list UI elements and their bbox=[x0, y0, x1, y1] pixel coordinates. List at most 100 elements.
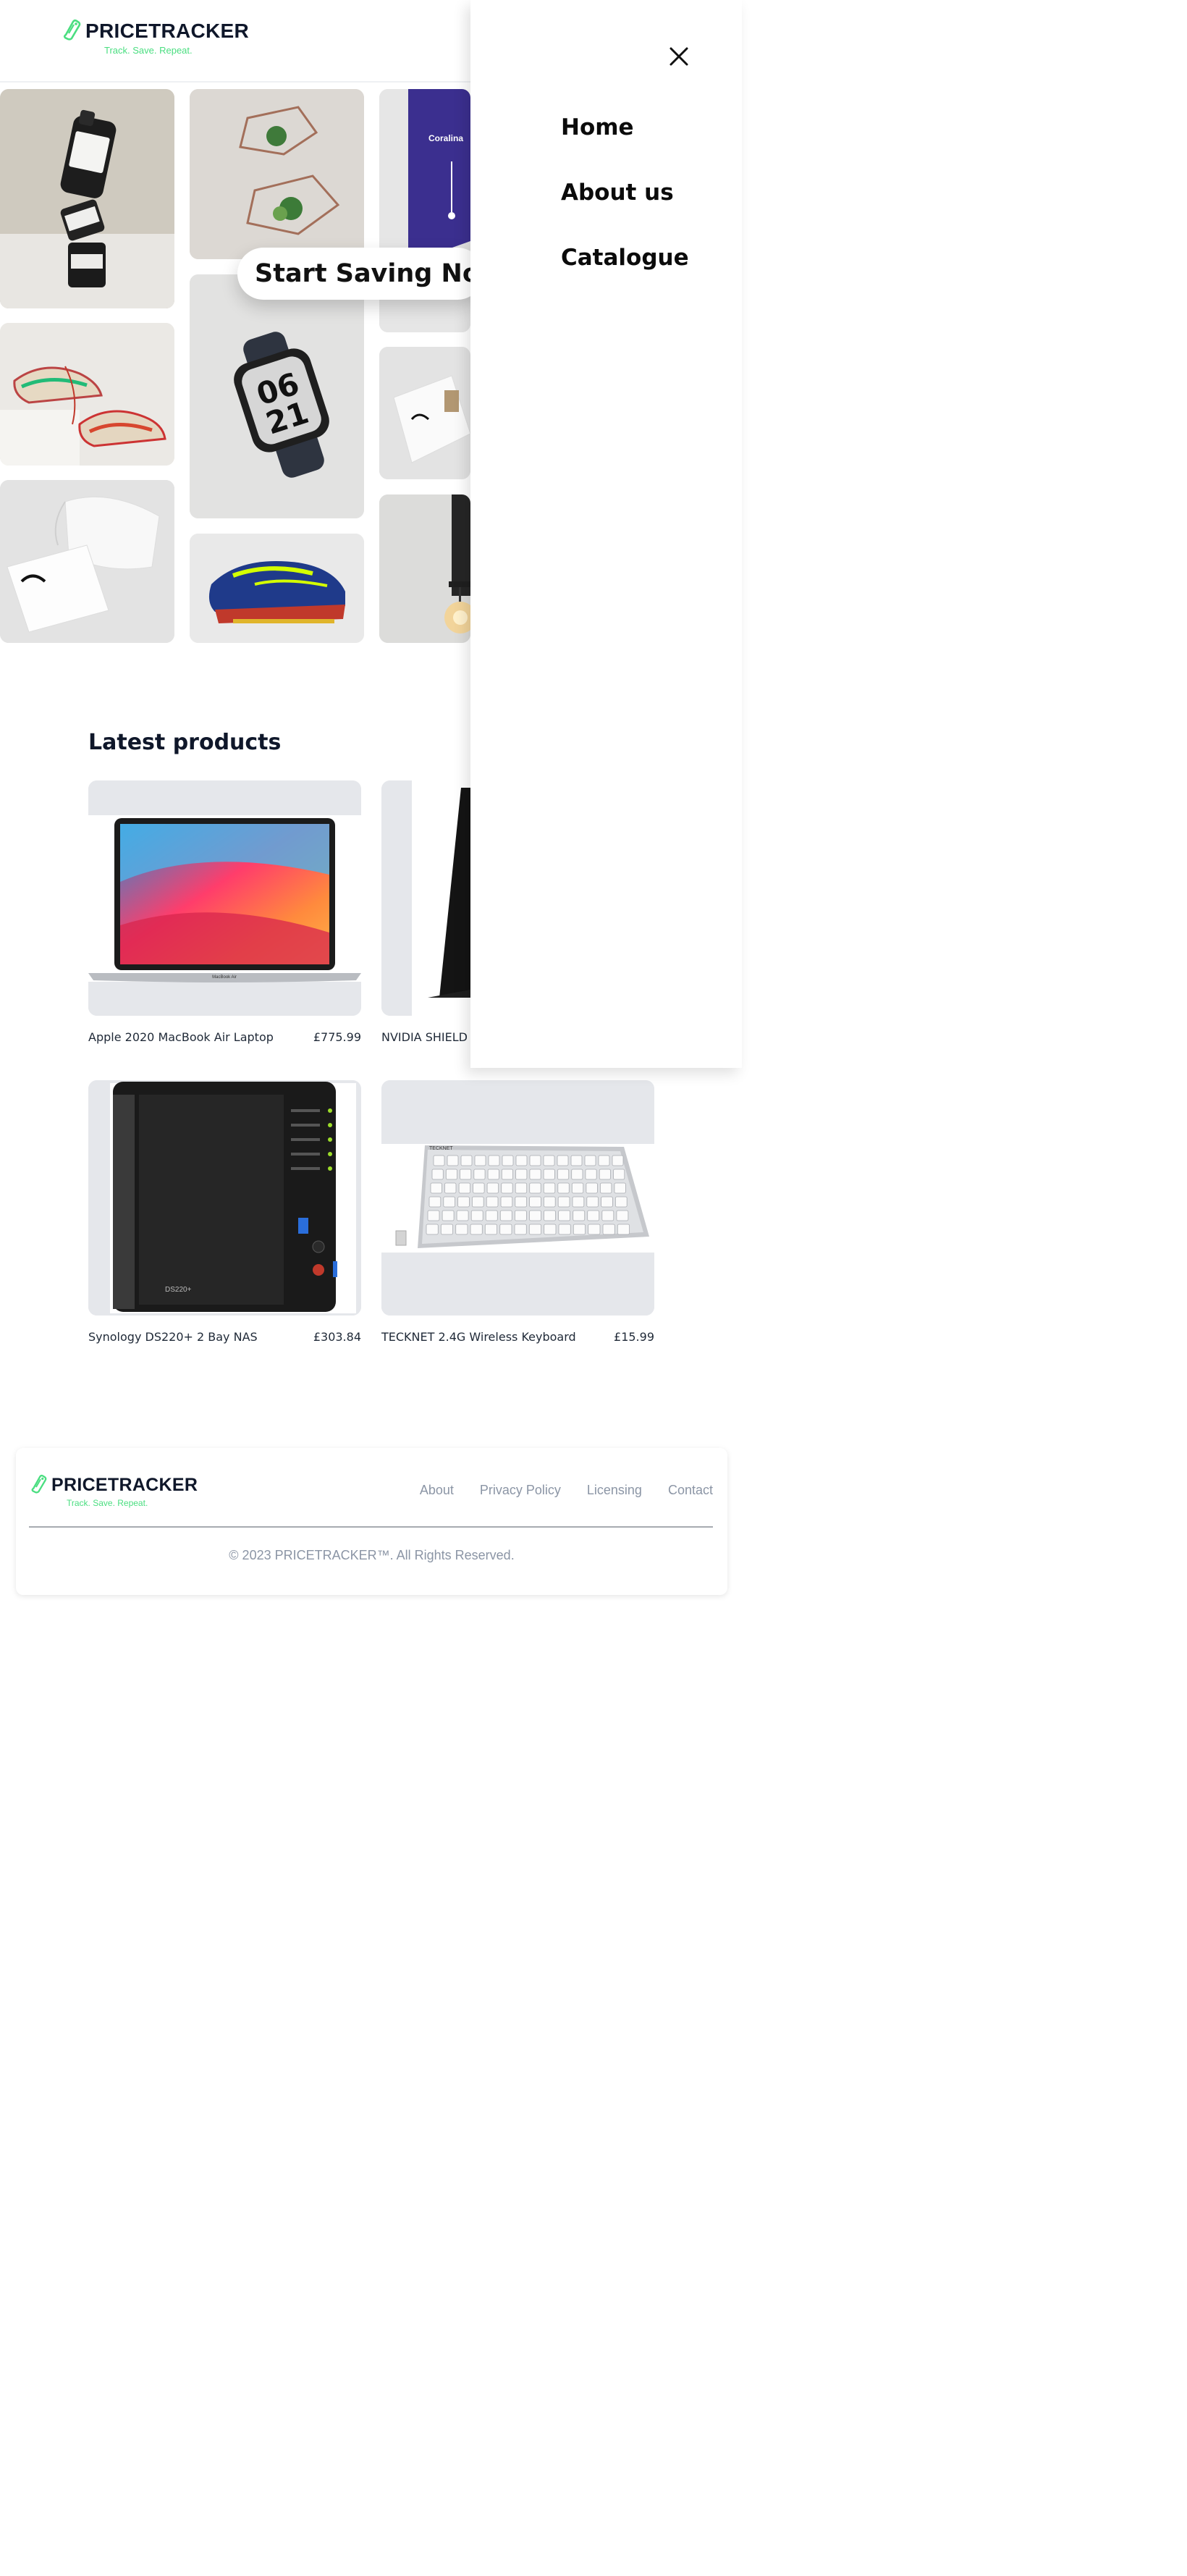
site-footer: PRICETRACKER Track. Save. Repeat. About … bbox=[16, 1448, 727, 1595]
footer-link-privacy-policy[interactable]: Privacy Policy bbox=[480, 1483, 561, 1498]
footer-logo[interactable]: PRICETRACKER Track. Save. Repeat. bbox=[29, 1474, 198, 1508]
keyboard-key bbox=[612, 1155, 624, 1166]
keyboard-key bbox=[544, 1224, 557, 1235]
footer-link-licensing[interactable]: Licensing bbox=[587, 1483, 642, 1498]
keyboard-key bbox=[528, 1224, 542, 1235]
footer-divider bbox=[29, 1526, 713, 1528]
hero-image-sneakers bbox=[0, 323, 174, 466]
menu-item-about-us[interactable]: About us bbox=[561, 180, 674, 206]
keyboard-key bbox=[557, 1196, 570, 1208]
keyboard-key bbox=[499, 1224, 512, 1235]
keyboard-key bbox=[431, 1169, 444, 1180]
keyboard-key bbox=[588, 1224, 601, 1235]
keyboard-key bbox=[500, 1196, 513, 1208]
keyboard-key bbox=[599, 1169, 611, 1180]
product-name: NVIDIA SHIELD bbox=[381, 1030, 468, 1044]
keyboard-key bbox=[501, 1169, 514, 1180]
keyboard-key bbox=[557, 1169, 570, 1180]
keyboard-key bbox=[558, 1210, 571, 1221]
keyboard-key bbox=[501, 1182, 513, 1194]
keyboard-image: TECKNET bbox=[381, 1080, 654, 1316]
keyboard-key bbox=[456, 1210, 469, 1221]
header-logo[interactable]: PRICETRACKER Track. Save. Repeat. bbox=[61, 19, 249, 56]
laptop-brand-text: MacBook Air bbox=[212, 975, 237, 980]
product-name: TECKNET 2.4G Wireless Keyboard bbox=[381, 1330, 576, 1344]
keyboard-key bbox=[473, 1169, 486, 1180]
price-tag-icon bbox=[61, 19, 81, 43]
keyboard-key bbox=[529, 1169, 541, 1180]
keyboard-key bbox=[599, 1182, 612, 1194]
keyboard-key bbox=[514, 1210, 527, 1221]
keyboard-key bbox=[472, 1196, 484, 1208]
keyboard-key bbox=[444, 1182, 457, 1194]
keyboard-key bbox=[457, 1196, 470, 1208]
keyboard-key bbox=[488, 1155, 500, 1166]
keyboard-key bbox=[473, 1182, 485, 1194]
footer-link-contact[interactable]: Contact bbox=[668, 1483, 713, 1498]
keyboard-key bbox=[515, 1182, 528, 1194]
keyboard-key bbox=[427, 1210, 440, 1221]
keyboard-key bbox=[601, 1210, 614, 1221]
keyboard-key bbox=[529, 1182, 541, 1194]
keyboard-key bbox=[529, 1196, 541, 1208]
keyboard-key bbox=[433, 1155, 445, 1166]
menu-item-catalogue[interactable]: Catalogue bbox=[561, 245, 689, 271]
keyboard-key bbox=[447, 1155, 459, 1166]
hero-image-planters bbox=[190, 89, 364, 259]
hero-image-watch: 06 21 bbox=[190, 274, 364, 518]
keyboard-key bbox=[544, 1210, 556, 1221]
footer-link-about[interactable]: About bbox=[420, 1483, 454, 1498]
keyboard-key bbox=[428, 1196, 442, 1208]
keyboard-key bbox=[485, 1210, 498, 1221]
nas-model-text: DS220+ bbox=[165, 1286, 192, 1294]
product-price: £775.99 bbox=[313, 1030, 361, 1044]
product-card-synology[interactable]: DS220+ Synology DS220+ 2 Bay NAS £303.84 bbox=[88, 1080, 361, 1344]
nas-image: DS220+ bbox=[88, 1080, 361, 1316]
keyboard-key bbox=[486, 1196, 499, 1208]
keyboard-key bbox=[602, 1224, 615, 1235]
keyboard-key bbox=[430, 1182, 442, 1194]
keyboard-key bbox=[573, 1224, 586, 1235]
keyboard-key bbox=[455, 1224, 468, 1235]
keyboard-key bbox=[529, 1155, 541, 1166]
keyboard-key bbox=[570, 1155, 583, 1166]
keyboard-key bbox=[515, 1169, 528, 1180]
close-icon[interactable] bbox=[667, 45, 690, 68]
keyboard-key bbox=[614, 1196, 628, 1208]
footer-nav: About Privacy Policy Licensing Contact bbox=[420, 1483, 713, 1498]
keyboard-key bbox=[529, 1210, 541, 1221]
keyboard-key bbox=[474, 1155, 486, 1166]
hero-image-football-boot bbox=[190, 534, 364, 643]
keyboard-key bbox=[484, 1224, 498, 1235]
keyboard-key bbox=[486, 1182, 499, 1194]
keyboard-key bbox=[458, 1182, 470, 1194]
keyboard-key bbox=[442, 1210, 455, 1221]
keyboard-key bbox=[573, 1210, 586, 1221]
product-price: £303.84 bbox=[313, 1330, 361, 1344]
product-card-tecknet[interactable]: TECKNET TECKNET 2.4G Wireless Keyboard £… bbox=[381, 1080, 654, 1344]
keyboard-key bbox=[571, 1169, 583, 1180]
product-card-macbook[interactable]: MacBook Air Apple 2020 MacBook Air Lapto… bbox=[88, 780, 361, 1044]
keyboard-key bbox=[584, 1155, 596, 1166]
hero-image-pouch bbox=[0, 480, 174, 643]
keyboard-key bbox=[445, 1169, 458, 1180]
keyboard-key bbox=[460, 1169, 472, 1180]
tube-label: Coralina bbox=[428, 133, 463, 143]
hero-image-pouch-small bbox=[379, 347, 470, 479]
keyboard-key bbox=[571, 1182, 584, 1194]
keyboard-key bbox=[460, 1155, 473, 1166]
keyboard-key bbox=[443, 1196, 456, 1208]
keyboard-key bbox=[515, 1196, 528, 1208]
keyboard-key bbox=[487, 1169, 499, 1180]
start-saving-button[interactable]: Start Saving Now bbox=[237, 248, 483, 300]
hero-image-bottles bbox=[0, 89, 174, 308]
brand-name: PRICETRACKER bbox=[85, 20, 250, 42]
keyboard-key bbox=[470, 1224, 483, 1235]
latest-products-title: Latest products bbox=[88, 730, 282, 755]
menu-item-home[interactable]: Home bbox=[561, 114, 634, 140]
keyboard-key bbox=[499, 1210, 512, 1221]
brand-tagline: Track. Save. Repeat. bbox=[104, 45, 193, 56]
keyboard-key bbox=[586, 1196, 599, 1208]
keyboard-key bbox=[470, 1210, 483, 1221]
brand-tagline: Track. Save. Repeat. bbox=[67, 1498, 148, 1508]
